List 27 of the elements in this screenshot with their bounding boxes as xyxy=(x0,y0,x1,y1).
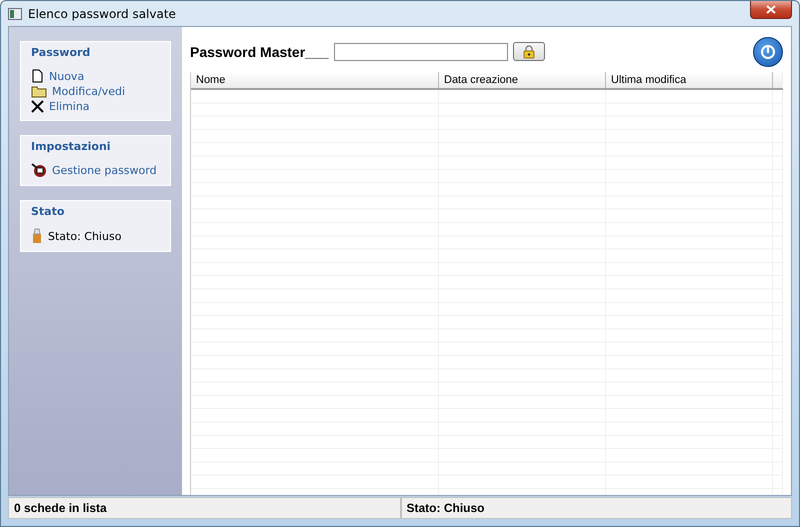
column-header[interactable]: Data creazione xyxy=(439,72,606,88)
x-icon xyxy=(31,100,44,113)
power-button[interactable] xyxy=(753,36,783,66)
panel-title: Impostazioni xyxy=(31,140,112,153)
panel-title: Password xyxy=(31,46,92,59)
close-button[interactable] xyxy=(750,1,792,19)
column-header[interactable]: Ultima modifica xyxy=(606,72,773,88)
jar-icon xyxy=(31,228,43,244)
column-header[interactable]: Nome xyxy=(191,72,439,88)
power-icon xyxy=(760,44,776,60)
status-text: 0 schede in lista xyxy=(8,497,400,519)
window-title: Elenco password salvate xyxy=(28,6,176,20)
password-field[interactable] xyxy=(334,42,508,60)
sidebar-link[interactable]: Gestione password xyxy=(31,163,160,178)
window-icon xyxy=(8,8,22,20)
panel-title: Stato xyxy=(31,205,66,218)
sidebar-link[interactable]: Nuova xyxy=(31,69,160,83)
sidebar-link[interactable]: Modifica/vedi xyxy=(31,85,160,98)
folder-icon xyxy=(31,85,47,98)
padlock-icon xyxy=(522,44,535,58)
sidebar-link[interactable]: Elimina xyxy=(31,100,160,113)
status-text: Stato: Chiuso xyxy=(400,497,792,519)
field-label: Password Master___ xyxy=(190,44,329,60)
status-text: Stato: Chiuso xyxy=(31,228,160,244)
unlock-button[interactable] xyxy=(512,42,545,61)
close-icon xyxy=(766,5,776,14)
document-icon xyxy=(31,69,44,83)
